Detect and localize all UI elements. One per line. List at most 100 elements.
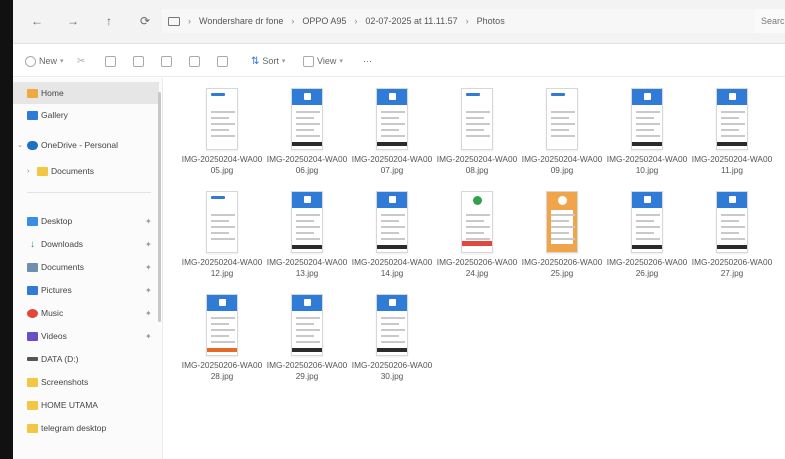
sidebar-item-gallery[interactable]: Gallery xyxy=(13,104,159,126)
sidebar-item-label: Home xyxy=(41,88,64,98)
breadcrumb-item[interactable]: Photos xyxy=(477,16,505,26)
new-button[interactable]: New ▾ xyxy=(25,54,64,68)
image-thumbnail xyxy=(291,294,323,356)
pin-icon[interactable]: ✦ xyxy=(145,332,152,341)
sidebar-item-screenshots[interactable]: Screenshots xyxy=(13,371,159,393)
sort-button-label: Sort xyxy=(262,56,279,66)
sidebar-item-documents[interactable]: Documents ✦ xyxy=(13,256,159,278)
breadcrumb-item[interactable]: 02-07-2025 at 11.11.57 xyxy=(365,16,457,26)
pin-icon[interactable]: ✦ xyxy=(145,286,152,295)
file-item[interactable]: IMG-20250204-WA0013.jpg xyxy=(265,185,349,289)
file-name: IMG-20250204-WA0009.jpg xyxy=(521,154,603,175)
file-item[interactable]: IMG-20250204-WA0008.jpg xyxy=(435,82,519,186)
file-item[interactable]: IMG-20250204-WA0009.jpg xyxy=(520,82,604,186)
rename-icon xyxy=(161,55,172,67)
more-icon: ··· xyxy=(363,56,372,66)
forward-button[interactable]: → xyxy=(64,12,82,30)
pin-icon[interactable]: ✦ xyxy=(145,217,152,226)
file-name: IMG-20250206-WA0028.jpg xyxy=(181,360,263,381)
chevron-right-icon: › xyxy=(354,16,358,26)
search-input[interactable]: Searc xyxy=(755,9,785,33)
more-options-button[interactable]: ··· xyxy=(363,54,372,68)
file-item[interactable]: IMG-20250206-WA0025.jpg xyxy=(520,185,604,289)
sidebar-item-onedrive-documents[interactable]: › Documents xyxy=(13,160,159,182)
file-item[interactable]: IMG-20250206-WA0028.jpg xyxy=(180,288,264,392)
chevron-down-icon: ▾ xyxy=(339,58,343,65)
sidebar-item-folder[interactable]: HOME UTAMA xyxy=(13,394,159,416)
sidebar-item-label: telegram desktop xyxy=(41,423,107,433)
sidebar-divider xyxy=(27,192,151,193)
sidebar-item-pictures[interactable]: Pictures ✦ xyxy=(13,279,159,301)
file-name: IMG-20250204-WA0010.jpg xyxy=(606,154,688,175)
image-thumbnail xyxy=(206,191,238,253)
sidebar-item-desktop[interactable]: Desktop ✦ xyxy=(13,210,159,232)
file-name: IMG-20250204-WA0014.jpg xyxy=(351,257,433,278)
file-item[interactable]: IMG-20250204-WA0014.jpg xyxy=(350,185,434,289)
back-button[interactable]: ← xyxy=(28,12,46,30)
sidebar-item-downloads[interactable]: ↓ Downloads ✦ xyxy=(13,233,159,255)
file-item[interactable]: IMG-20250206-WA0030.jpg xyxy=(350,288,434,392)
paste-button[interactable] xyxy=(133,54,144,68)
pin-icon[interactable]: ✦ xyxy=(145,263,152,272)
file-item[interactable]: IMG-20250206-WA0026.jpg xyxy=(605,185,689,289)
chevron-right-icon: › xyxy=(291,16,295,26)
refresh-icon: ⟳ xyxy=(139,14,151,28)
sidebar-item-videos[interactable]: Videos ✦ xyxy=(13,325,159,347)
sidebar-item-data-drive[interactable]: DATA (D:) xyxy=(13,348,159,370)
rename-button[interactable] xyxy=(161,54,172,68)
cut-button[interactable]: ✂ xyxy=(77,54,85,68)
cloud-icon xyxy=(27,140,38,150)
pin-icon[interactable]: ✦ xyxy=(145,240,152,249)
up-button[interactable]: ↑ xyxy=(100,12,118,30)
sidebar-item-telegram-desktop[interactable]: telegram desktop xyxy=(13,417,159,439)
copy-button[interactable] xyxy=(105,54,116,68)
file-item[interactable]: IMG-20250204-WA0012.jpg xyxy=(180,185,264,289)
chevron-down-icon: ▾ xyxy=(281,58,286,65)
file-name: IMG-20250206-WA0029.jpg xyxy=(266,360,348,381)
window-edge xyxy=(0,0,13,459)
file-item[interactable]: IMG-20250204-WA0006.jpg xyxy=(265,82,349,186)
file-grid: IMG-20250204-WA0005.jpg IMG-20250204-WA00… xyxy=(164,78,785,459)
sort-button[interactable]: ⇅ Sort ▾ xyxy=(251,54,285,68)
share-button[interactable] xyxy=(189,54,200,68)
cut-icon: ✂ xyxy=(77,55,86,67)
sidebar-scrollbar[interactable] xyxy=(158,92,161,322)
file-item[interactable]: IMG-20250206-WA0029.jpg xyxy=(265,288,349,392)
document-icon xyxy=(27,262,38,272)
file-name: IMG-20250206-WA0025.jpg xyxy=(521,257,603,278)
sidebar-item-home[interactable]: Home xyxy=(13,82,159,104)
image-thumbnail xyxy=(206,294,238,356)
breadcrumb-item[interactable]: Wondershare dr fone xyxy=(199,16,283,26)
folder-icon xyxy=(37,166,48,176)
chevron-right-icon[interactable]: › xyxy=(27,168,35,175)
image-thumbnail xyxy=(716,88,748,150)
file-item[interactable]: IMG-20250206-WA0027.jpg xyxy=(690,185,774,289)
address-bar[interactable]: › Wondershare dr fone › OPPO A95 › 02-07… xyxy=(162,9,757,33)
chevron-down-icon[interactable]: ⌄ xyxy=(17,141,25,149)
sidebar-item-label: Desktop xyxy=(41,216,73,226)
pin-icon[interactable]: ✦ xyxy=(145,309,152,318)
sidebar-item-music[interactable]: Music ✦ xyxy=(13,302,159,324)
sidebar-item-onedrive[interactable]: ⌄ OneDrive - Personal xyxy=(13,134,159,156)
image-thumbnail xyxy=(631,191,663,253)
file-name: IMG-20250204-WA0013.jpg xyxy=(266,257,348,278)
file-item[interactable]: IMG-20250204-WA0011.jpg xyxy=(690,82,774,186)
refresh-button[interactable]: ⟳ xyxy=(136,12,154,30)
sort-icon: ⇅ xyxy=(251,55,260,67)
forward-arrow-icon: → xyxy=(67,14,79,28)
breadcrumb-item[interactable]: OPPO A95 xyxy=(302,16,346,26)
navigation-pane: Home Gallery ⌄ OneDrive - Personal › Doc… xyxy=(13,78,163,459)
view-button[interactable]: View ▾ xyxy=(303,54,343,68)
image-thumbnail xyxy=(716,191,748,253)
file-item[interactable]: IMG-20250204-WA0010.jpg xyxy=(605,82,689,186)
file-item[interactable]: IMG-20250204-WA0007.jpg xyxy=(350,82,434,186)
image-thumbnail xyxy=(291,88,323,150)
file-item[interactable]: IMG-20250204-WA0005.jpg xyxy=(180,82,264,186)
delete-button[interactable] xyxy=(217,54,228,68)
chevron-right-icon: › xyxy=(465,16,469,26)
sidebar-item-label: Music xyxy=(41,308,64,318)
sidebar-item-label: HOME UTAMA xyxy=(41,400,98,410)
file-item[interactable]: IMG-20250206-WA0024.jpg xyxy=(435,185,519,289)
chevron-right-icon: › xyxy=(188,16,191,26)
this-pc-icon xyxy=(168,16,180,26)
